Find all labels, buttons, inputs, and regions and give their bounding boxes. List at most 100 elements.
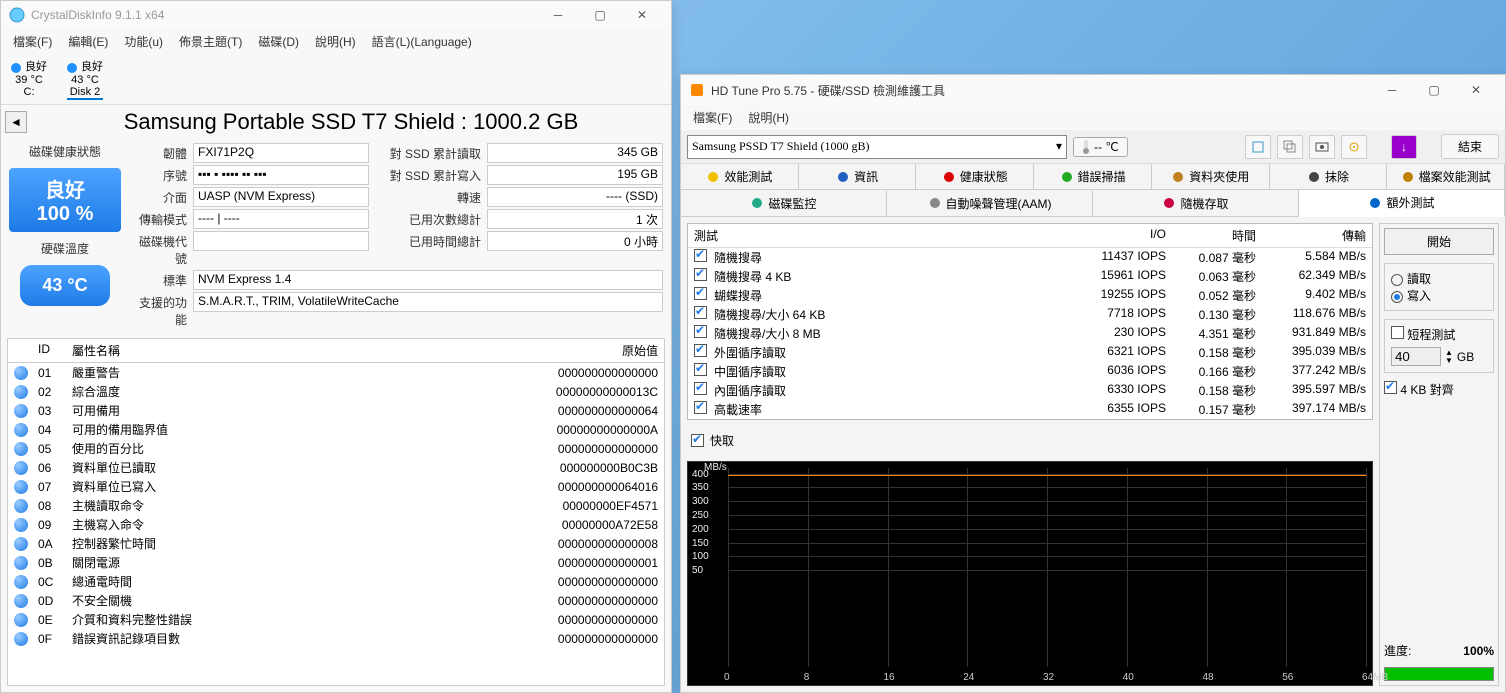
- smart-row[interactable]: 09 主機寫入命令 00000000A72E58: [8, 515, 664, 534]
- write-radio-row[interactable]: 寫入: [1391, 287, 1487, 304]
- drive-select[interactable]: Samsung PSSD T7 Shield (1000 gB) ▾: [687, 135, 1067, 159]
- smart-id: 0E: [38, 613, 72, 627]
- tab-資料夾使用[interactable]: 資料夾使用: [1152, 164, 1270, 189]
- smart-raw: 000000000000001: [498, 556, 658, 570]
- menu-help[interactable]: 說明(H): [307, 31, 364, 52]
- smart-id: 01: [38, 366, 72, 380]
- result-row[interactable]: 蝴蝶搜尋 19255 IOPS 0.052 毫秒 9.402 MB/s: [688, 286, 1372, 305]
- align-checkbox[interactable]: [1384, 381, 1397, 394]
- row-checkbox[interactable]: [694, 325, 707, 338]
- smart-row[interactable]: 08 主機讀取命令 00000000EF4571: [8, 496, 664, 515]
- smart-id: 0A: [38, 537, 72, 551]
- spin-down-icon[interactable]: ▼: [1445, 357, 1453, 365]
- result-row[interactable]: 高載速率 6355 IOPS 0.157 毫秒 397.174 MB/s: [688, 400, 1372, 419]
- result-row[interactable]: 隨機搜尋 11437 IOPS 0.087 毫秒 5.584 MB/s: [688, 248, 1372, 267]
- col-test[interactable]: 測試: [694, 227, 1076, 244]
- menu-theme[interactable]: 佈景主題(T): [171, 31, 250, 52]
- tab-磁碟監控[interactable]: 磁碟監控: [681, 190, 887, 216]
- tab-健康狀態[interactable]: 健康狀態: [916, 164, 1034, 189]
- smart-row[interactable]: 0A 控制器繁忙時間 000000000000008: [8, 534, 664, 553]
- smart-row[interactable]: 0D 不安全關機 000000000000000: [8, 591, 664, 610]
- disk-info-grid: 韌體 FXI71P2Q 對 SSD 累計讀取 345 GB 序號 ▪▪▪ ▪ ▪…: [127, 143, 663, 330]
- minimize-button[interactable]: ─: [537, 1, 579, 29]
- smart-row[interactable]: 03 可用備用 000000000000064: [8, 401, 664, 420]
- tab-抹除[interactable]: 抹除: [1270, 164, 1388, 189]
- col-time[interactable]: 時間: [1166, 227, 1256, 244]
- row-checkbox[interactable]: [694, 268, 707, 281]
- smart-row[interactable]: 05 使用的百分比 000000000000000: [8, 439, 664, 458]
- result-row[interactable]: 外圍循序讀取 6321 IOPS 0.158 毫秒 395.039 MB/s: [688, 343, 1372, 362]
- smart-header-id[interactable]: ID: [38, 342, 72, 359]
- close-button[interactable]: ✕: [621, 1, 663, 29]
- close-button[interactable]: ✕: [1455, 76, 1497, 104]
- graph-series-line: [728, 475, 1366, 476]
- result-row[interactable]: 內圍循序讀取 6330 IOPS 0.158 毫秒 395.597 MB/s: [688, 381, 1372, 400]
- prev-disk-button[interactable]: ◄: [5, 111, 27, 133]
- menu-disk[interactable]: 磁碟(D): [250, 31, 307, 52]
- row-checkbox[interactable]: [694, 344, 707, 357]
- cache-checkbox[interactable]: [691, 434, 704, 447]
- short-test-checkbox[interactable]: [1391, 326, 1404, 339]
- smart-row[interactable]: 0C 總通電時間 000000000000000: [8, 572, 664, 591]
- screenshot-button[interactable]: [1309, 135, 1335, 159]
- smart-row[interactable]: 07 資料單位已寫入 000000000064016: [8, 477, 664, 496]
- menu-help[interactable]: 說明(H): [740, 107, 797, 128]
- exit-button[interactable]: 結束: [1441, 134, 1499, 159]
- status-dot-icon: [14, 575, 28, 589]
- row-checkbox[interactable]: [694, 401, 707, 414]
- result-row[interactable]: 隨機搜尋 4 KB 15961 IOPS 0.063 毫秒 62.349 MB/…: [688, 267, 1372, 286]
- result-row[interactable]: 隨機搜尋/大小 8 MB 230 IOPS 4.351 毫秒 931.849 M…: [688, 324, 1372, 343]
- row-checkbox[interactable]: [694, 287, 707, 300]
- tab-檔案效能測試[interactable]: 檔案效能測試: [1387, 164, 1505, 189]
- menu-function[interactable]: 功能(u): [116, 31, 171, 52]
- temperature-box[interactable]: 43 °C: [20, 265, 110, 306]
- disk-item-c[interactable]: 良好 39 °C C:: [11, 58, 47, 100]
- copy-text-button[interactable]: [1245, 135, 1271, 159]
- col-transfer[interactable]: 傳輸: [1256, 227, 1366, 244]
- row-checkbox[interactable]: [694, 382, 707, 395]
- smart-row[interactable]: 0B 關閉電源 000000000000001: [8, 553, 664, 572]
- copy-button[interactable]: [1277, 135, 1303, 159]
- interface-label: 介面: [127, 187, 189, 208]
- menu-edit[interactable]: 編輯(E): [60, 31, 116, 52]
- smart-row[interactable]: 0F 錯誤資訊記錄項目數 000000000000000: [8, 629, 664, 648]
- tab-自動噪聲管理(AAM)[interactable]: 自動噪聲管理(AAM): [887, 190, 1093, 216]
- tab-額外測試[interactable]: 額外測試: [1299, 190, 1505, 217]
- tab-資訊[interactable]: 資訊: [799, 164, 917, 189]
- tab-錯誤掃描[interactable]: 錯誤掃描: [1034, 164, 1152, 189]
- disk-item-disk2[interactable]: 良好 43 °C Disk 2: [67, 58, 103, 100]
- result-row[interactable]: 隨機搜尋/大小 64 KB 7718 IOPS 0.130 毫秒 118.676…: [688, 305, 1372, 324]
- size-input[interactable]: [1391, 347, 1441, 366]
- smart-header-name[interactable]: 屬性名稱: [72, 342, 498, 359]
- tab-隨機存取[interactable]: 隨機存取: [1093, 190, 1299, 216]
- settings-button[interactable]: [1341, 135, 1367, 159]
- start-button[interactable]: 開始: [1384, 228, 1494, 255]
- tab-效能測試[interactable]: 效能測試: [681, 164, 799, 189]
- result-row[interactable]: 中圍循序讀取 6036 IOPS 0.166 毫秒 377.242 MB/s: [688, 362, 1372, 381]
- smart-row[interactable]: 06 資料單位已讀取 000000000B0C3B: [8, 458, 664, 477]
- smart-table[interactable]: 01 嚴重警告 000000000000000 02 綜合溫度 00000000…: [7, 363, 665, 686]
- row-checkbox[interactable]: [694, 306, 707, 319]
- smart-row[interactable]: 02 綜合溫度 00000000000013C: [8, 382, 664, 401]
- cdi-titlebar[interactable]: CrystalDiskInfo 9.1.1 x64 ─ ▢ ✕: [1, 1, 671, 29]
- row-checkbox[interactable]: [694, 249, 707, 262]
- smart-row[interactable]: 04 可用的備用臨界值 00000000000000A: [8, 420, 664, 439]
- menu-file[interactable]: 檔案(F): [685, 107, 740, 128]
- smart-row[interactable]: 0E 介質和資料完整性錯誤 000000000000000: [8, 610, 664, 629]
- row-checkbox[interactable]: [694, 363, 707, 376]
- smart-id: 0F: [38, 632, 72, 646]
- graph-ytick: 50: [692, 565, 703, 576]
- read-radio-row[interactable]: 讀取: [1391, 270, 1487, 287]
- tab-label: 資訊: [854, 168, 878, 185]
- minimize-button[interactable]: ─: [1371, 76, 1413, 104]
- smart-header-raw[interactable]: 原始值: [498, 342, 658, 359]
- menu-file[interactable]: 檔案(F): [5, 31, 60, 52]
- hdt-titlebar[interactable]: HD Tune Pro 5.75 - 硬碟/SSD 檢測維護工具 ─ ▢ ✕: [681, 75, 1505, 105]
- health-status-box[interactable]: 良好 100 %: [9, 168, 121, 232]
- col-io[interactable]: I/O: [1076, 227, 1166, 244]
- smart-row[interactable]: 01 嚴重警告 000000000000000: [8, 363, 664, 382]
- maximize-button[interactable]: ▢: [1413, 76, 1455, 104]
- maximize-button[interactable]: ▢: [579, 1, 621, 29]
- save-button[interactable]: ↓: [1391, 135, 1417, 159]
- menu-language[interactable]: 語言(L)(Language): [364, 31, 480, 52]
